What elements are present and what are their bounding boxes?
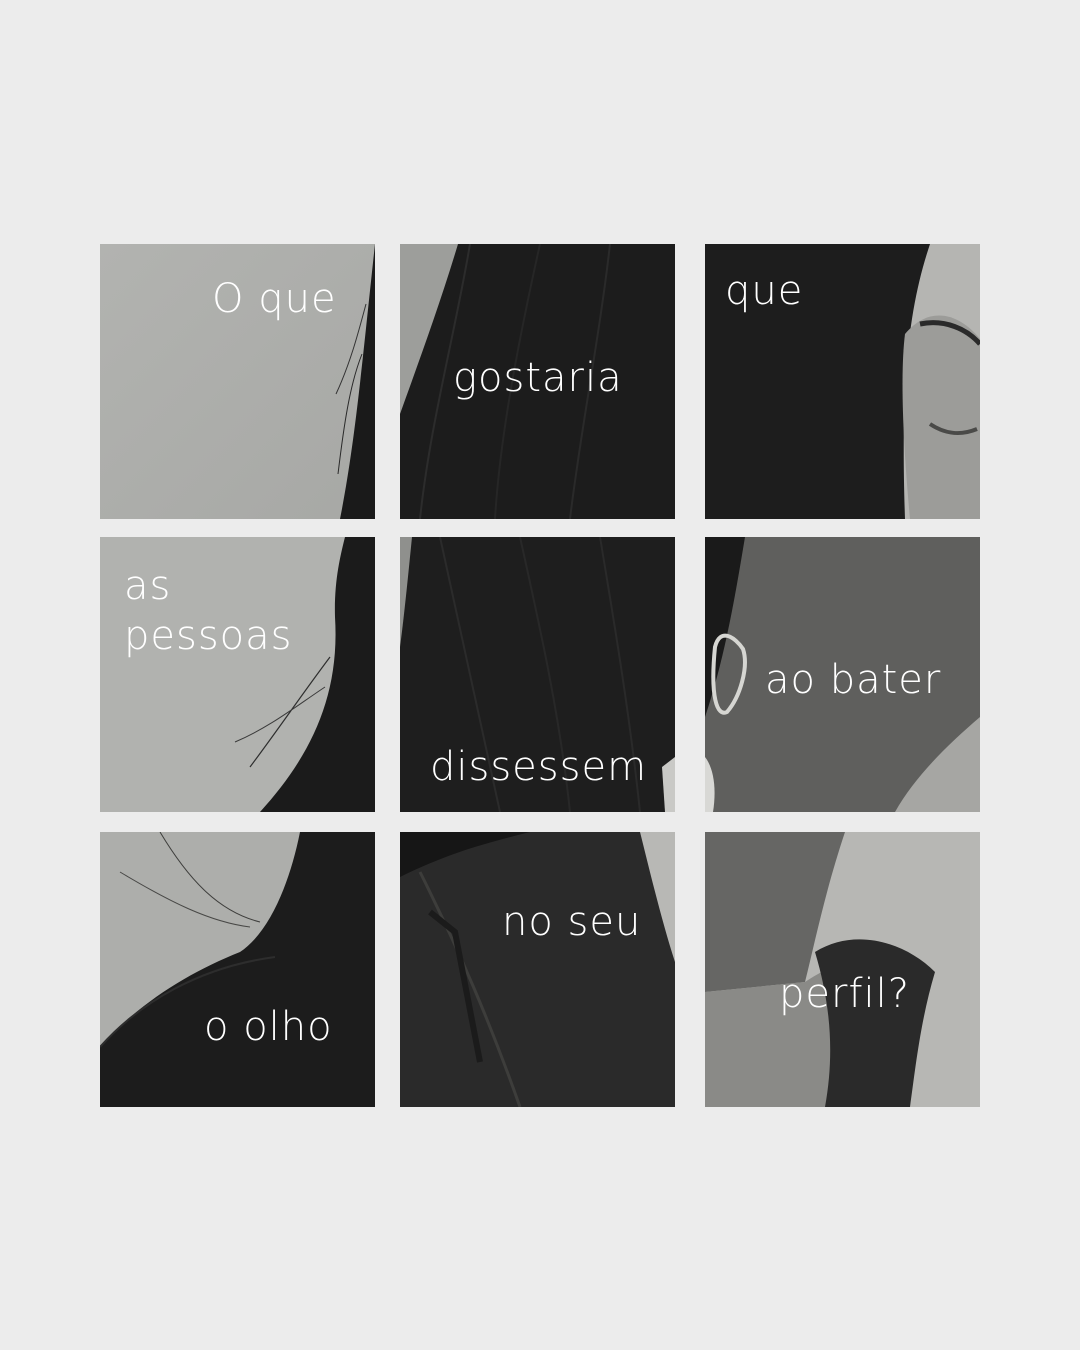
tile-text: perfil? [779,969,910,1019]
photo-grid: O que gostaria que as pessoas dissessem … [100,244,980,1107]
tile-text: ao bater [765,655,941,705]
grid-tile-4: as pessoas [100,537,375,812]
grid-tile-1: O que [100,244,375,519]
tile-text: o olho [204,1002,333,1052]
grid-tile-9: perfil? [705,832,980,1107]
word-line: as [124,563,172,609]
word-line: O que [212,276,337,322]
tile-text: que [725,266,803,316]
tile-text: gostaria [453,353,623,403]
grid-tile-3: que [705,244,980,519]
tile-text: no seu [502,897,641,947]
word-line: no seu [502,899,642,945]
grid-tile-2: gostaria [400,244,675,519]
word-line: perfil? [779,971,910,1017]
tile-text: dissessem [430,742,647,792]
photo-fragment [100,832,375,1107]
grid-tile-6: ao bater [705,537,980,812]
tile-text: O que [212,274,337,324]
word-line: dissessem [430,744,648,790]
grid-tile-8: no seu [400,832,675,1107]
word-line: o olho [204,1004,333,1050]
photo-fragment [400,832,675,1107]
word-line: que [725,268,804,314]
grid-tile-7: o olho [100,832,375,1107]
tile-text: as pessoas [124,561,293,661]
grid-tile-5: dissessem [400,537,675,812]
word-line: ao bater [765,657,942,703]
word-line: gostaria [453,355,623,401]
word-line: pessoas [124,613,293,659]
